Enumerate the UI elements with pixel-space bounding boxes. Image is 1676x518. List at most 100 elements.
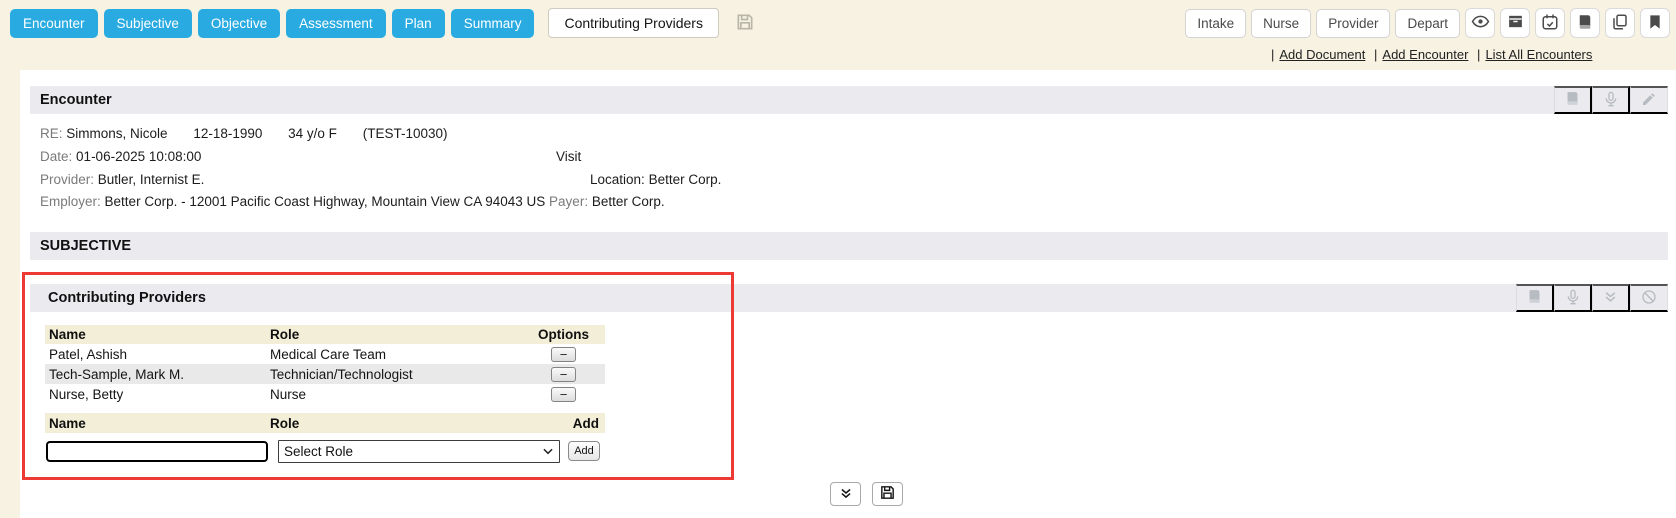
cp-collapse-button[interactable] bbox=[1592, 284, 1630, 312]
options-column-header: Options bbox=[522, 327, 605, 342]
remove-provider-button[interactable]: − bbox=[551, 387, 576, 402]
cp-dictate-button[interactable] bbox=[1554, 284, 1592, 312]
add-form-header: Name Role Add bbox=[45, 413, 605, 433]
encounter-dictate-button[interactable] bbox=[1592, 86, 1630, 114]
add-role-header: Role bbox=[270, 416, 522, 431]
employer-value: Better Corp. - 12001 Pacific Coast Highw… bbox=[105, 194, 546, 209]
encounter-book-button[interactable] bbox=[1554, 86, 1592, 114]
employer-row: Employer: Better Corp. - 12001 Pacific C… bbox=[40, 194, 665, 209]
providers-table-header: Name Role Options bbox=[45, 325, 605, 344]
top-toolbar: Encounter Subjective Objective Assessmen… bbox=[0, 0, 1676, 46]
provider-row: Provider: Butler, Internist E. bbox=[40, 172, 204, 187]
cp-disable-button[interactable] bbox=[1630, 284, 1668, 312]
bookmark-icon bbox=[1647, 14, 1663, 33]
contributing-providers-title: Contributing Providers bbox=[30, 290, 206, 306]
pipe-separator: | bbox=[1374, 47, 1377, 62]
provider-role-cell: Nurse bbox=[270, 387, 522, 402]
collapse-chevrons-icon bbox=[1603, 289, 1618, 307]
provider-role-cell: Medical Care Team bbox=[270, 347, 522, 362]
microphone-icon bbox=[1565, 289, 1581, 308]
date-label: Date: bbox=[40, 149, 72, 164]
nav-objective-button[interactable]: Objective bbox=[198, 9, 280, 38]
nav-subjective-button[interactable]: Subjective bbox=[104, 9, 192, 38]
patient-age-sex: 34 y/o F bbox=[288, 126, 337, 141]
location-label: Location: bbox=[590, 172, 645, 187]
depart-button[interactable]: Depart bbox=[1395, 9, 1460, 38]
form-footer-buttons bbox=[830, 482, 903, 506]
nav-plan-button[interactable]: Plan bbox=[392, 9, 445, 38]
microphone-icon bbox=[1603, 91, 1619, 110]
provider-name-cell: Tech-Sample, Mark M. bbox=[45, 367, 270, 382]
location-row: Location: Better Corp. bbox=[590, 172, 721, 187]
expand-collapse-button[interactable] bbox=[830, 482, 861, 506]
add-provider-button[interactable]: Add bbox=[568, 441, 600, 461]
provider-button[interactable]: Provider bbox=[1316, 9, 1390, 38]
remove-provider-button[interactable]: − bbox=[551, 367, 576, 382]
name-column-header: Name bbox=[45, 327, 270, 342]
nav-assessment-button[interactable]: Assessment bbox=[286, 9, 386, 38]
form-name-field[interactable]: Contributing Providers bbox=[548, 8, 719, 38]
list-all-encounters-link[interactable]: List All Encounters bbox=[1485, 47, 1592, 62]
cp-book-button[interactable] bbox=[1516, 284, 1554, 312]
payer-value: Better Corp. bbox=[592, 194, 665, 209]
provider-name-input[interactable] bbox=[46, 441, 268, 462]
table-row: Tech-Sample, Mark M. Technician/Technolo… bbox=[45, 364, 605, 384]
subjective-section-title: SUBJECTIVE bbox=[30, 238, 131, 254]
pipe-separator: | bbox=[1477, 47, 1480, 62]
encounter-date: 01-06-2025 10:08:00 bbox=[76, 149, 201, 164]
book-icon bbox=[1576, 13, 1594, 34]
archive-button[interactable] bbox=[1500, 8, 1530, 38]
encounter-section-title: Encounter bbox=[30, 92, 112, 108]
table-row: Patel, Ashish Medical Care Team − bbox=[45, 344, 605, 364]
provider-name: Butler, Internist E. bbox=[98, 172, 205, 187]
provider-name-cell: Patel, Ashish bbox=[45, 347, 270, 362]
employer-label: Employer: bbox=[40, 194, 101, 209]
book-button[interactable] bbox=[1570, 8, 1600, 38]
copy-icon bbox=[1611, 13, 1629, 34]
add-encounter-link[interactable]: Add Encounter bbox=[1382, 47, 1468, 62]
encounter-section-bar: Encounter bbox=[30, 86, 1668, 114]
pencil-icon bbox=[1641, 91, 1657, 110]
form-nav-group: Encounter Subjective Objective Assessmen… bbox=[10, 8, 755, 38]
book-icon bbox=[1526, 288, 1543, 308]
providers-table: Name Role Options Patel, Ashish Medical … bbox=[45, 325, 605, 404]
save-form-button[interactable] bbox=[872, 482, 903, 506]
patient-name: Simmons, Nicole bbox=[66, 126, 167, 141]
encounter-section-icons bbox=[1554, 86, 1668, 114]
contributing-providers-icons bbox=[1516, 284, 1668, 312]
nurse-button[interactable]: Nurse bbox=[1251, 9, 1311, 38]
nav-summary-button[interactable]: Summary bbox=[451, 9, 535, 38]
eye-button[interactable] bbox=[1465, 8, 1495, 38]
book-icon bbox=[1564, 90, 1581, 110]
archive-icon bbox=[1507, 13, 1524, 33]
encounter-edit-button[interactable] bbox=[1630, 86, 1668, 114]
add-column-header: Add bbox=[522, 416, 605, 431]
patient-id: (TEST-10030) bbox=[363, 126, 448, 141]
calendar-check-button[interactable] bbox=[1535, 8, 1565, 38]
role-select[interactable]: Select Role bbox=[278, 440, 560, 463]
eye-icon bbox=[1471, 12, 1490, 34]
provider-name-cell: Nurse, Betty bbox=[45, 387, 270, 402]
role-select-wrap: Select Role bbox=[278, 440, 560, 463]
add-document-link[interactable]: Add Document bbox=[1279, 47, 1365, 62]
copy-button[interactable] bbox=[1605, 8, 1635, 38]
intake-button[interactable]: Intake bbox=[1185, 9, 1246, 38]
bookmark-button[interactable] bbox=[1640, 8, 1670, 38]
remove-provider-button[interactable]: − bbox=[551, 347, 576, 362]
expand-chevrons-icon bbox=[839, 486, 853, 503]
payer-label: Payer: bbox=[549, 194, 588, 209]
save-icon bbox=[879, 484, 896, 504]
location-value: Better Corp. bbox=[649, 172, 722, 187]
encounter-links: | Add Document | Add Encounter | List All E… bbox=[1266, 47, 1592, 62]
add-provider-form: Name Role Add Select Role Add bbox=[45, 413, 605, 464]
table-row: Nurse, Betty Nurse − bbox=[45, 384, 605, 404]
subjective-section-bar: SUBJECTIVE bbox=[30, 232, 1668, 260]
save-form-name-button[interactable] bbox=[735, 12, 755, 35]
calendar-check-icon bbox=[1541, 13, 1559, 34]
pipe-separator: | bbox=[1271, 47, 1274, 62]
disable-icon bbox=[1641, 289, 1657, 308]
patient-dob: 12-18-1990 bbox=[193, 126, 262, 141]
add-form-row: Select Role Add bbox=[45, 438, 605, 464]
patient-summary-row: RE: Simmons, Nicole 12-18-1990 34 y/o F … bbox=[40, 126, 448, 141]
nav-encounter-button[interactable]: Encounter bbox=[10, 9, 98, 38]
